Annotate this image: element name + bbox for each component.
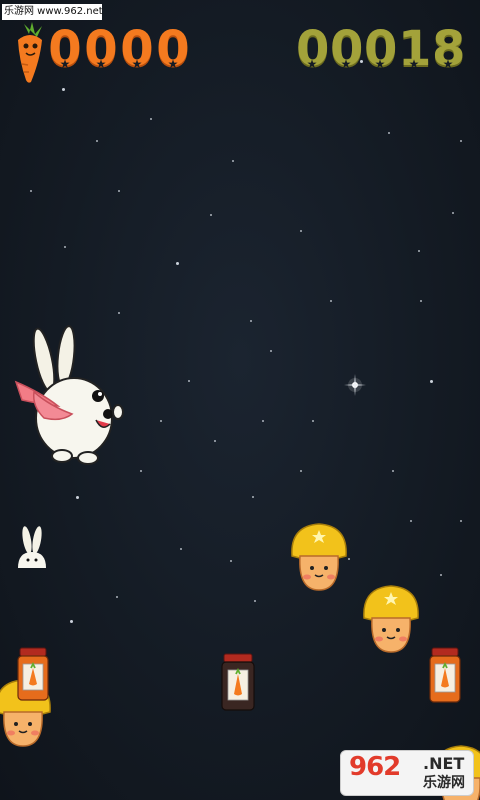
star-glint	[344, 374, 366, 396]
star-dot	[96, 140, 98, 142]
carrot-jar-pickup[interactable]	[428, 646, 462, 704]
distance-score: 0 ★ 0 ★ 0 ★ 1 ★ 8 ★	[296, 21, 466, 77]
carrot-score-digit: 0 ★	[156, 21, 190, 77]
site-logo: 962 .NET 乐游网	[340, 750, 474, 796]
distance-score-digit: 0 ★	[296, 21, 330, 77]
star-dot	[116, 596, 118, 598]
carrot-icon	[18, 22, 42, 83]
star-dot	[76, 496, 79, 499]
star-dot	[64, 246, 66, 248]
carrot-score-digit: 0 ★	[120, 21, 154, 77]
star-dot	[270, 350, 272, 352]
mushroom-enemy[interactable]	[288, 520, 350, 594]
star-dot	[312, 420, 314, 422]
bunny-life-icon	[18, 526, 46, 568]
star-dot	[250, 320, 252, 322]
mushroom-enemy[interactable]	[360, 582, 422, 656]
star-dot	[214, 440, 216, 442]
star-dot	[232, 160, 234, 162]
star-dot	[452, 212, 454, 214]
carrot-score-digit: 0 ★	[48, 21, 82, 77]
star-dot	[388, 132, 390, 134]
star-dot	[180, 548, 182, 550]
star-dot	[392, 470, 394, 472]
watermark-label: 乐游网 www.962.net	[2, 4, 103, 20]
carrot-jar-pickup[interactable]	[16, 646, 50, 702]
logo-main-text: 962	[349, 752, 401, 782]
star-dot	[160, 420, 162, 422]
star-dot	[430, 380, 433, 383]
star-dot	[230, 560, 232, 562]
star-dot	[254, 600, 256, 602]
star-dot	[188, 380, 190, 382]
star-dot	[70, 620, 73, 623]
star-dot	[62, 88, 65, 91]
carrot-jar-pickup[interactable]	[220, 652, 256, 712]
carrot-score: 0 ★ 0 ★ 0 ★ 0 ★	[48, 21, 190, 77]
star-dot	[410, 520, 412, 522]
star-dot	[150, 118, 152, 120]
logo-sub-text: 乐游网	[423, 775, 465, 791]
star-dot	[252, 496, 254, 498]
star-dot	[460, 520, 462, 522]
star-dot	[440, 574, 442, 576]
distance-score-digit: 1 ★	[398, 21, 432, 77]
distance-score-digit: 0 ★	[364, 21, 398, 77]
distance-score-digit: 0 ★	[330, 21, 364, 77]
star-dot	[210, 214, 212, 216]
star-dot	[30, 190, 32, 192]
star-dot	[420, 300, 422, 302]
logo-net-text: .NET	[423, 754, 465, 773]
star-dot	[300, 230, 302, 232]
star-dot	[176, 262, 179, 265]
star-dot	[118, 190, 120, 192]
game-scene[interactable]: 乐游网 www.962.net 0 ★ 0 ★ 0 ★ 0 ★ 0 ★ 0 ★ 0 ★ 1 ★ …	[0, 0, 480, 800]
star-dot	[118, 312, 120, 314]
star-dot	[460, 140, 462, 142]
carrot-score-digit: 0 ★	[84, 21, 118, 77]
star-dot	[418, 250, 420, 252]
star-dot	[140, 470, 142, 472]
star-dot	[262, 420, 264, 422]
star-dot	[330, 300, 332, 302]
star-dot	[300, 470, 302, 472]
distance-score-digit: 8 ★	[432, 21, 466, 77]
bunny-player[interactable]	[10, 322, 130, 472]
